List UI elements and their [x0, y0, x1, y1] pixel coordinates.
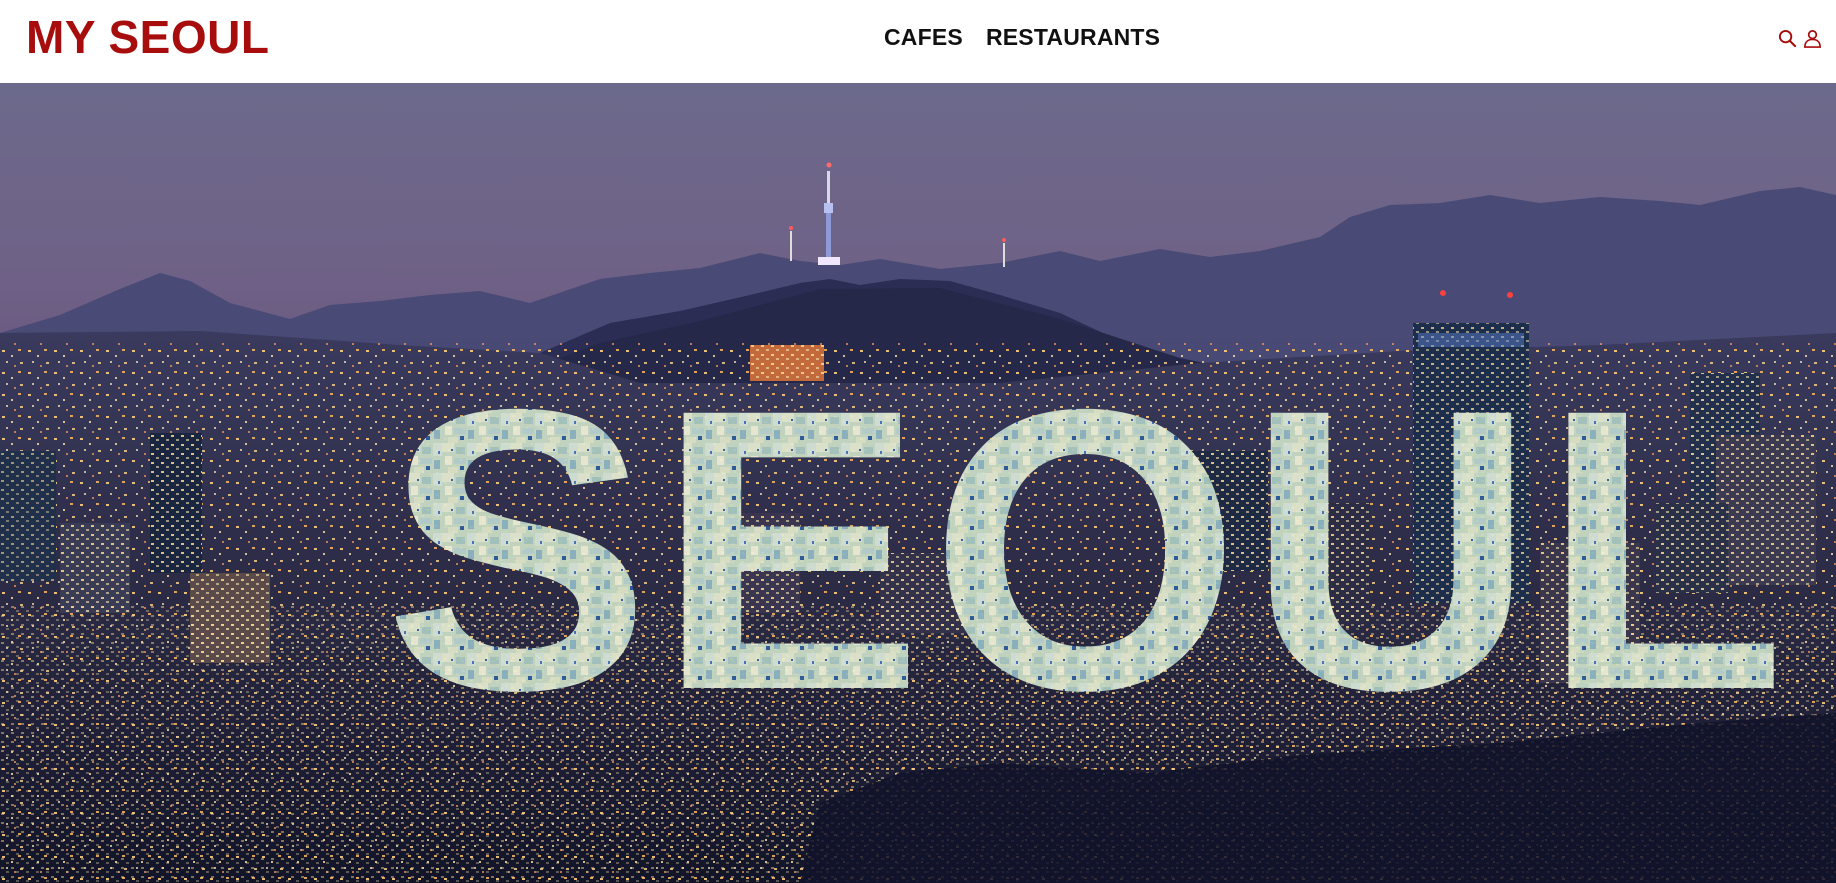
hero-banner: SEOUL — [0, 83, 1836, 883]
site-header: MY SEOUL CAFES RESTAURANTS — [0, 0, 1836, 83]
nav-cafes[interactable]: CAFES — [884, 22, 963, 52]
user-icon[interactable] — [1802, 28, 1822, 48]
nav-restaurants[interactable]: RESTAURANTS — [986, 22, 1160, 52]
hero-image: SEOUL — [0, 83, 1836, 883]
search-icon[interactable] — [1777, 28, 1797, 48]
site-logo[interactable]: MY SEOUL — [26, 10, 269, 64]
main-nav: CAFES RESTAURANTS — [884, 22, 1160, 52]
hero-seoul-text: SEOUL — [384, 326, 1792, 773]
header-actions — [1777, 28, 1822, 48]
